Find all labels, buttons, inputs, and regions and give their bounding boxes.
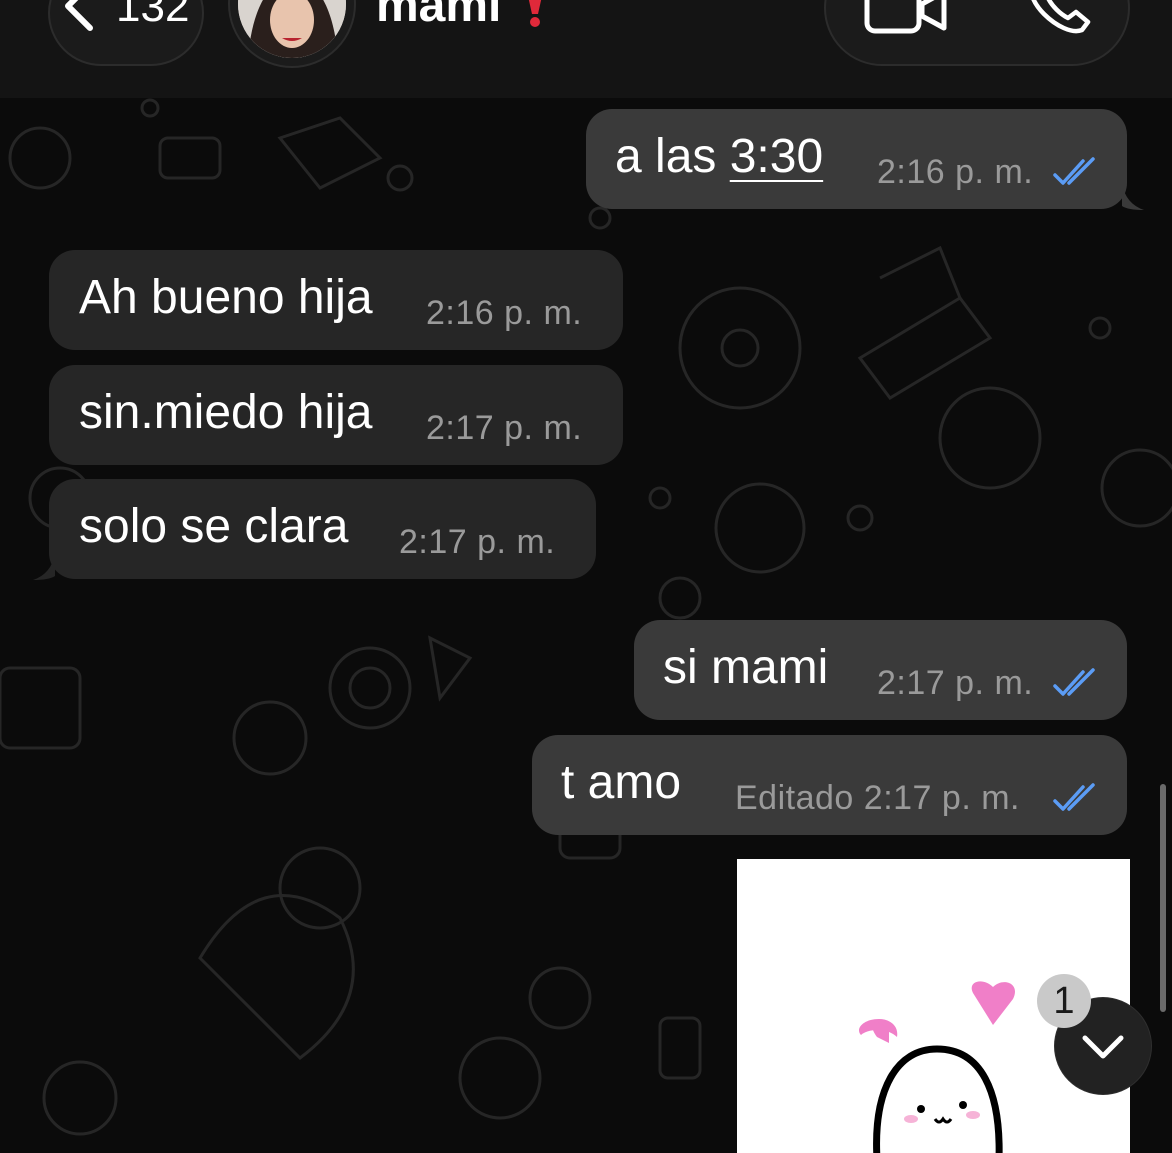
chevron-left-icon [65, 0, 93, 31]
message-time: 2:16 [426, 294, 495, 332]
message-text: a las [615, 130, 730, 183]
message-ampm: p. m. [955, 153, 1034, 191]
message-bubble-outgoing[interactable]: a las 3:30 2:16 p. m. [586, 109, 1127, 209]
double-check-icon [1053, 668, 1095, 696]
message-bubble-incoming[interactable]: solo se clara 2:17 p. m. [49, 479, 596, 579]
message-text: sin.miedo hija [79, 386, 373, 439]
bubble-tail [1122, 184, 1144, 210]
double-check-icon [1053, 157, 1095, 185]
chat-area[interactable]: a las 3:30 2:16 p. m. Ah bueno hija 2:16… [0, 98, 1172, 1153]
double-check-icon [1053, 783, 1095, 811]
edited-label: Editado [735, 779, 854, 817]
message-ampm: p. m. [504, 409, 583, 447]
unread-chats-count: 132 [116, 0, 190, 31]
time-link[interactable]: 3:30 [730, 130, 823, 183]
chat-header: 132 mami [0, 0, 1172, 98]
message-text: si mami [663, 641, 829, 694]
message-bubble-outgoing[interactable]: si mami 2:17 p. m. [634, 620, 1127, 720]
video-call-icon[interactable] [864, 0, 948, 34]
message-ampm: p. m. [955, 664, 1034, 702]
exclamation-icon [528, 0, 542, 27]
message-bubble-outgoing[interactable]: t amo Editado 2:17 p. m. [532, 735, 1127, 835]
phone-call-icon[interactable] [1026, 0, 1092, 36]
unread-badge: 1 [1037, 974, 1091, 1028]
bubble-tail [33, 554, 55, 580]
message-time: 2:17 [426, 409, 495, 447]
message-text: t amo [561, 756, 682, 809]
message-bubble-incoming[interactable]: sin.miedo hija 2:17 p. m. [49, 365, 623, 465]
scrollbar[interactable] [1160, 784, 1166, 1012]
message-time: 2:17 [399, 523, 468, 561]
message-ampm: p. m. [504, 294, 583, 332]
message-text: Ah bueno hija [79, 271, 373, 324]
message-ampm: p. m. [941, 779, 1020, 817]
message-bubble-incoming[interactable]: Ah bueno hija 2:16 p. m. [49, 250, 623, 350]
message-ampm: p. m. [477, 523, 556, 561]
message-text: solo se clara [79, 500, 349, 553]
message-time: 2:16 [877, 153, 946, 191]
contact-name[interactable]: mami [376, 0, 501, 33]
message-time: 2:17 [877, 664, 946, 702]
message-time: 2:17 [863, 779, 932, 817]
